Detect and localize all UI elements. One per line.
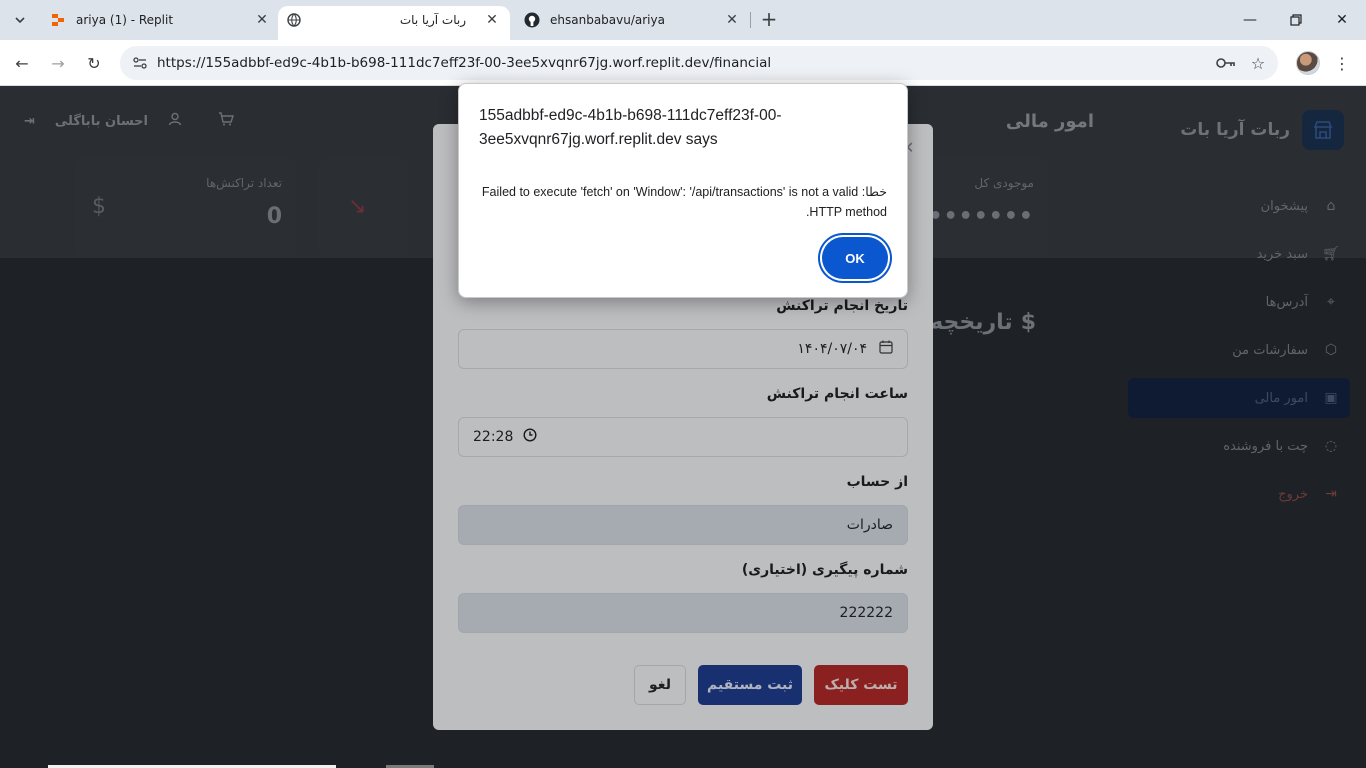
logout-icon[interactable]: ⇥ [24, 114, 35, 129]
sidebar-item-label: امور مالی [1254, 390, 1308, 406]
sidebar-item-dashboard[interactable]: ⌂ پیشخوان [1128, 186, 1350, 226]
browser-toolbar: ← → ↻ https://155adbbf-ed9c-4b1b-b698-11… [0, 40, 1366, 86]
alert-origin: 155adbbf-ed9c-4b1b-b698-111dc7eff23f-00-… [479, 107, 782, 148]
transactions-card: تعداد تراکنش‌ها 0 $ [74, 158, 296, 258]
github-icon [524, 12, 540, 28]
logout-icon: ⇥ [1325, 486, 1337, 502]
tab-bar: ariya (1) - Replit ✕ ربات آریا بات ✕ ehs… [0, 0, 1366, 40]
bookmark-star-icon[interactable]: ☆ [1246, 51, 1270, 75]
new-tab-button[interactable]: + [758, 7, 780, 31]
alert-dialog: 155adbbf-ed9c-4b1b-b698-111dc7eff23f-00-… [458, 83, 908, 298]
sidebar-item-label: خروج [1278, 486, 1308, 502]
tracking-value: 222222 [839, 605, 893, 621]
time-value: 22:28 [473, 429, 514, 445]
clock-icon[interactable] [523, 428, 537, 446]
trend-down-icon: ↘ [348, 194, 367, 219]
reload-icon[interactable]: ↻ [82, 51, 106, 75]
restore-icon[interactable] [1284, 8, 1308, 32]
brand-name: ربات آریا بات [1180, 120, 1290, 140]
sidebar-item-addresses[interactable]: ⌖ آدرس‌ها [1128, 282, 1350, 322]
user-icon[interactable] [168, 112, 182, 130]
user-area: ⇥ احسان باباگلی [24, 112, 234, 130]
tab-title: ربات آریا بات [399, 13, 466, 27]
address-bar[interactable]: https://155adbbf-ed9c-4b1b-b698-111dc7ef… [120, 46, 1278, 80]
trend-card: ↘ [318, 158, 408, 258]
cart-icon: 🛒︎ [1322, 246, 1340, 262]
time-field[interactable]: 22:28 [458, 417, 908, 457]
user-name[interactable]: احسان باباگلی [55, 114, 148, 129]
tab-search-button[interactable] [6, 6, 34, 34]
sidebar: ⌂ پیشخوان 🛒︎ سبد خرید ⌖ آدرس‌ها ⬡ سفارشا… [1128, 186, 1350, 522]
calendar-icon[interactable] [879, 340, 893, 358]
password-key-icon[interactable] [1214, 51, 1238, 75]
close-icon[interactable]: ✕ [254, 12, 270, 28]
store-icon [1302, 110, 1344, 150]
ok-button[interactable]: OK [822, 237, 888, 279]
tab-title: ariya (1) - Replit [76, 13, 174, 27]
url-text[interactable]: https://155adbbf-ed9c-4b1b-b698-111dc7ef… [157, 55, 771, 71]
box-icon: ⬡ [1324, 342, 1338, 358]
tab-title: ehsanbabavu/ariya [550, 13, 665, 27]
cart-icon[interactable] [218, 112, 234, 130]
alert-message: خطا: Failed to execute 'fetch' on 'Windo… [481, 185, 887, 219]
location-icon: ⌖ [1327, 294, 1335, 310]
close-window-icon[interactable]: ✕ [1330, 8, 1354, 32]
menu-dots-icon[interactable]: ⋮ [1334, 51, 1350, 75]
from-account-value: صادرات [846, 517, 893, 533]
sidebar-item-label: چت با فروشنده [1223, 438, 1308, 454]
brand: ربات آریا بات [1180, 110, 1344, 150]
submit-direct-button[interactable]: ثبت مستقیم [698, 665, 802, 705]
tab-github[interactable]: ehsanbabavu/ariya ✕ [524, 7, 740, 33]
sidebar-item-orders[interactable]: ⬡ سفارشات من [1128, 330, 1350, 370]
profile-avatar[interactable] [1296, 51, 1320, 75]
from-account-select[interactable]: صادرات [458, 505, 908, 545]
close-icon[interactable]: ✕ [724, 12, 740, 28]
sidebar-item-logout[interactable]: ⇥ خروج [1128, 474, 1350, 514]
date-field[interactable]: ۱۴۰۴/۰۷/۰۴ [458, 329, 908, 369]
tab-replit[interactable]: ariya (1) - Replit ✕ [50, 7, 270, 33]
tracking-input[interactable]: 222222 [458, 593, 908, 633]
sidebar-item-label: سبد خرید [1256, 246, 1308, 262]
site-settings-icon[interactable] [128, 51, 152, 75]
balance-label: موجودی کل [974, 176, 1034, 190]
cancel-button[interactable]: لغو [634, 665, 686, 705]
date-value: ۱۴۰۴/۰۷/۰۴ [797, 341, 867, 357]
transactions-label: تعداد تراکنش‌ها [206, 176, 282, 190]
sidebar-item-label: سفارشات من [1232, 342, 1308, 358]
from-account-label: از حساب [846, 474, 908, 490]
dollar-icon: $ [1020, 310, 1036, 335]
forward-icon[interactable]: → [46, 51, 70, 75]
close-icon[interactable]: ✕ [484, 12, 500, 28]
chevron-down-icon [15, 17, 25, 24]
tracking-label: شماره پیگیری (اختیاری) [741, 562, 908, 578]
chat-icon: ◌ [1324, 438, 1338, 454]
time-label: ساعت انجام تراکنش [766, 386, 908, 402]
page-title: امور مالی [1005, 111, 1094, 132]
history-title: $تاریخچه [930, 310, 1036, 335]
tab-separator [750, 12, 751, 28]
tab-ariya-bot[interactable]: ربات آریا بات ✕ [286, 7, 500, 33]
sidebar-item-chat[interactable]: ◌ چت با فروشنده [1128, 426, 1350, 466]
wallet-icon: ▣ [1324, 390, 1338, 406]
sidebar-item-financial[interactable]: ▣ امور مالی [1128, 378, 1350, 418]
sidebar-item-cart[interactable]: 🛒︎ سبد خرید [1128, 234, 1350, 274]
minimize-icon[interactable]: — [1238, 8, 1262, 32]
back-icon[interactable]: ← [10, 51, 34, 75]
sidebar-item-label: پیشخوان [1260, 198, 1308, 214]
sidebar-item-label: آدرس‌ها [1265, 294, 1308, 310]
home-icon: ⌂ [1326, 198, 1336, 214]
dollar-icon: $ [92, 194, 106, 219]
globe-icon [286, 12, 302, 28]
replit-icon [50, 12, 66, 28]
test-click-button[interactable]: تست کلیک [814, 665, 908, 705]
date-label: تاریخ انجام تراکنش [776, 298, 908, 314]
transactions-value: 0 [266, 204, 282, 229]
